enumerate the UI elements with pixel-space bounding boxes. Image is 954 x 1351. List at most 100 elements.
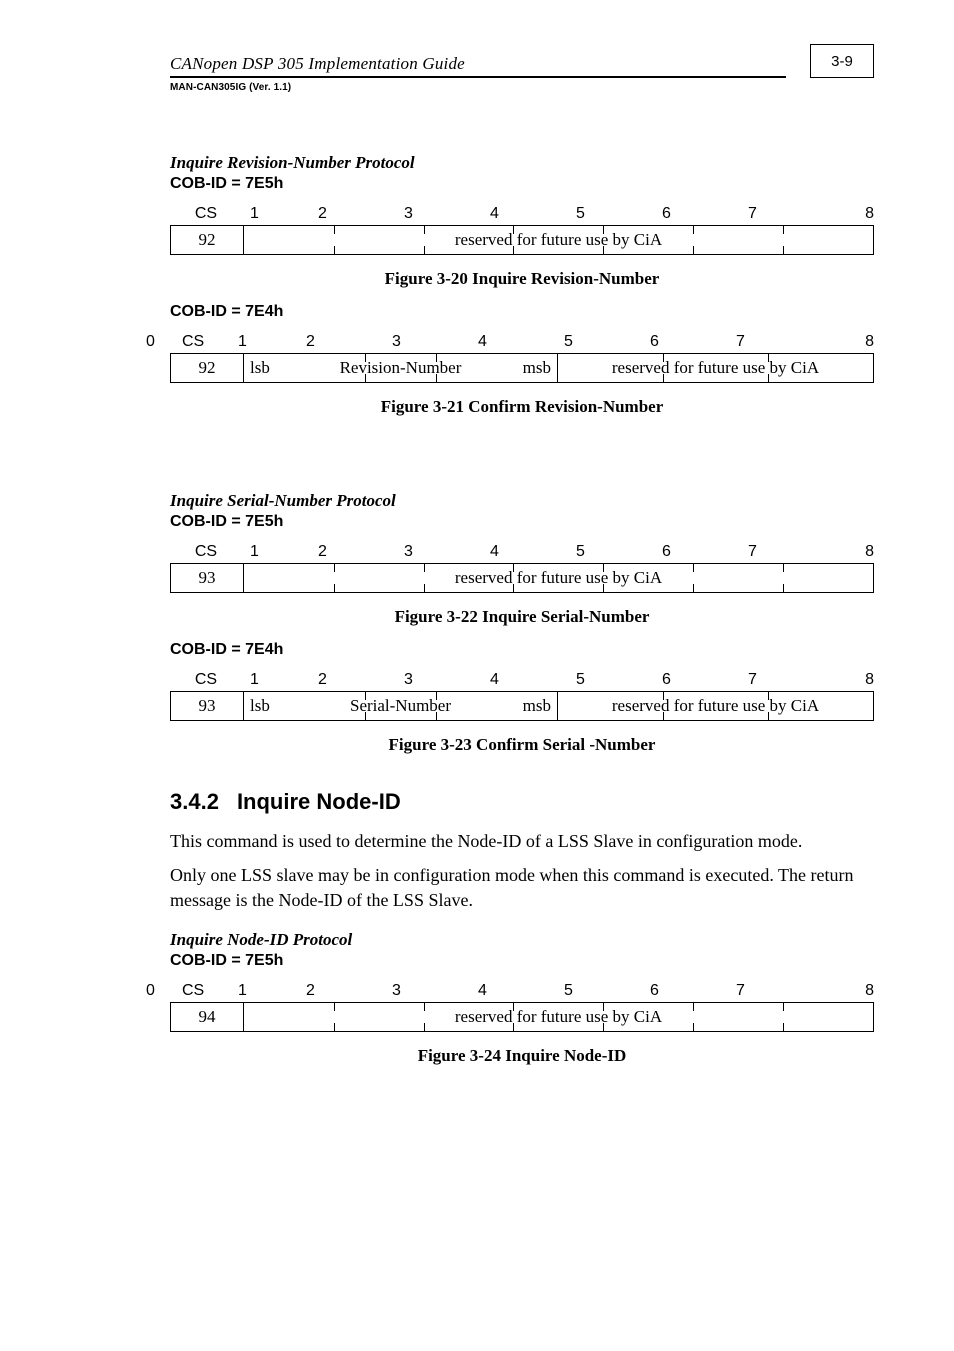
col-6: 6 — [662, 205, 748, 223]
col-6: 6 — [650, 333, 736, 351]
proto3-frame1: 94 reserved for future use by CiA — [170, 1002, 874, 1032]
header-left: CANopen DSP 305 Implementation Guide — [170, 54, 786, 78]
proto2-cs1: 93 — [170, 563, 243, 593]
doc-subtitle: MAN-CAN305IG (Ver. 1.1) — [170, 82, 874, 93]
fig-3-22: Figure 3-22 Inquire Serial-Number — [170, 607, 874, 627]
col-7: 7 — [736, 333, 822, 351]
revnum-label: Revision-Number — [340, 358, 462, 378]
proto1-byte-numbers: CS 1 2 3 4 5 6 7 8 — [170, 199, 874, 223]
proto1-cob1: COB-ID = 7E5h — [170, 175, 874, 193]
serial-number: Serial-Number — [293, 691, 508, 721]
fig-3-20: Figure 3-20 Inquire Revision-Number — [170, 269, 874, 289]
lsb-label: lsb — [243, 353, 293, 383]
section-p2: Only one LSS slave may be in configurati… — [170, 863, 874, 912]
col-5: 5 — [576, 205, 662, 223]
page-header: CANopen DSP 305 Implementation Guide 3-9 — [170, 44, 874, 78]
col-2: 2 — [318, 543, 404, 561]
proto2-cs2: 93 — [170, 691, 243, 721]
col-0: 0 — [146, 333, 170, 351]
col-3: 3 — [392, 333, 478, 351]
col-1: 1 — [242, 543, 318, 561]
col-1: 1 — [242, 205, 318, 223]
section-heading: 3.4.2 Inquire Node-ID — [170, 789, 874, 815]
col-8: 8 — [834, 543, 874, 561]
col-5: 5 — [576, 671, 662, 689]
col-3: 3 — [404, 205, 490, 223]
col-cs: CS — [170, 333, 230, 351]
col-3: 3 — [404, 671, 490, 689]
proto1-cs2: 92 — [170, 353, 243, 383]
col-5: 5 — [564, 333, 650, 351]
col-4: 4 — [490, 543, 576, 561]
doc-title: CANopen DSP 305 Implementation Guide — [170, 54, 786, 74]
proto3-byte-numbers: 0 CS 1 2 3 4 5 6 7 8 — [146, 976, 874, 1000]
col-1: 1 — [230, 982, 306, 1000]
col-1: 1 — [242, 671, 318, 689]
proto1-reserved: reserved for future use by CiA — [243, 225, 874, 255]
col-cs: CS — [170, 543, 242, 561]
proto2b-byte-numbers: CS 1 2 3 4 5 6 7 8 — [170, 665, 874, 689]
proto2-cob2: COB-ID = 7E4h — [170, 641, 874, 659]
col-4: 4 — [490, 205, 576, 223]
col-6: 6 — [662, 543, 748, 561]
col-8: 8 — [822, 333, 874, 351]
fig-3-23: Figure 3-23 Confirm Serial -Number — [170, 735, 874, 755]
proto2-byte-numbers: CS 1 2 3 4 5 6 7 8 — [170, 537, 874, 561]
proto2-frame1: 93 reserved for future use by CiA — [170, 563, 874, 593]
proto3-reserved: reserved for future use by CiA — [243, 1002, 874, 1032]
proto2-reserved2: reserved for future use by CiA — [558, 691, 874, 721]
proto3-cs1: 94 — [170, 1002, 243, 1032]
col-6: 6 — [650, 982, 736, 1000]
section-p1: This command is used to determine the No… — [170, 829, 874, 853]
proto1-frame1: 92 reserved for future use by CiA — [170, 225, 874, 255]
col-7: 7 — [748, 671, 834, 689]
proto2-cob1: COB-ID = 7E5h — [170, 513, 874, 531]
section-number: 3.4.2 — [170, 789, 219, 814]
proto2-reserved: reserved for future use by CiA — [243, 563, 874, 593]
col-4: 4 — [490, 671, 576, 689]
reserved-label: reserved for future use by CiA — [455, 568, 662, 588]
col-3: 3 — [404, 543, 490, 561]
reserved-label: reserved for future use by CiA — [455, 230, 662, 250]
col-2: 2 — [306, 982, 392, 1000]
msb-label: msb — [508, 691, 558, 721]
proto1-frame2: 92 lsb Revision-Number msb reserved for … — [170, 353, 874, 383]
proto3-cob1: COB-ID = 7E5h — [170, 952, 874, 970]
proto2-frame2: 93 lsb Serial-Number msb reserved for fu… — [170, 691, 874, 721]
col-7: 7 — [748, 205, 834, 223]
proto1b-byte-numbers: 0 CS 1 2 3 4 5 6 7 8 — [146, 327, 874, 351]
col-1: 1 — [230, 333, 306, 351]
col-cs: CS — [170, 671, 242, 689]
col-8: 8 — [834, 671, 874, 689]
col-5: 5 — [576, 543, 662, 561]
fig-3-21: Figure 3-21 Confirm Revision-Number — [170, 397, 874, 417]
reserved2-label: reserved for future use by CiA — [612, 696, 819, 716]
col-7: 7 — [748, 543, 834, 561]
col-3: 3 — [392, 982, 478, 1000]
fig-3-24: Figure 3-24 Inquire Node-ID — [170, 1046, 874, 1066]
msb-label: msb — [508, 353, 558, 383]
col-0: 0 — [146, 982, 170, 1000]
col-4: 4 — [478, 982, 564, 1000]
col-2: 2 — [318, 671, 404, 689]
col-cs: CS — [170, 982, 230, 1000]
proto1-reserved2: reserved for future use by CiA — [558, 353, 874, 383]
reserved-label: reserved for future use by CiA — [455, 1007, 662, 1027]
proto1-title: Inquire Revision-Number Protocol — [170, 153, 874, 173]
col-7: 7 — [736, 982, 822, 1000]
proto2-title: Inquire Serial-Number Protocol — [170, 491, 874, 511]
col-cs: CS — [170, 205, 242, 223]
proto3-title: Inquire Node-ID Protocol — [170, 930, 874, 950]
section-title: Inquire Node-ID — [237, 789, 401, 814]
col-6: 6 — [662, 671, 748, 689]
col-5: 5 — [564, 982, 650, 1000]
reserved2-label: reserved for future use by CiA — [612, 358, 819, 378]
lsb-label: lsb — [243, 691, 293, 721]
col-2: 2 — [318, 205, 404, 223]
col-8: 8 — [834, 205, 874, 223]
sernum-label: Serial-Number — [350, 696, 451, 716]
col-8: 8 — [822, 982, 874, 1000]
revision-number: Revision-Number — [293, 353, 508, 383]
col-2: 2 — [306, 333, 392, 351]
proto1-cs1: 92 — [170, 225, 243, 255]
